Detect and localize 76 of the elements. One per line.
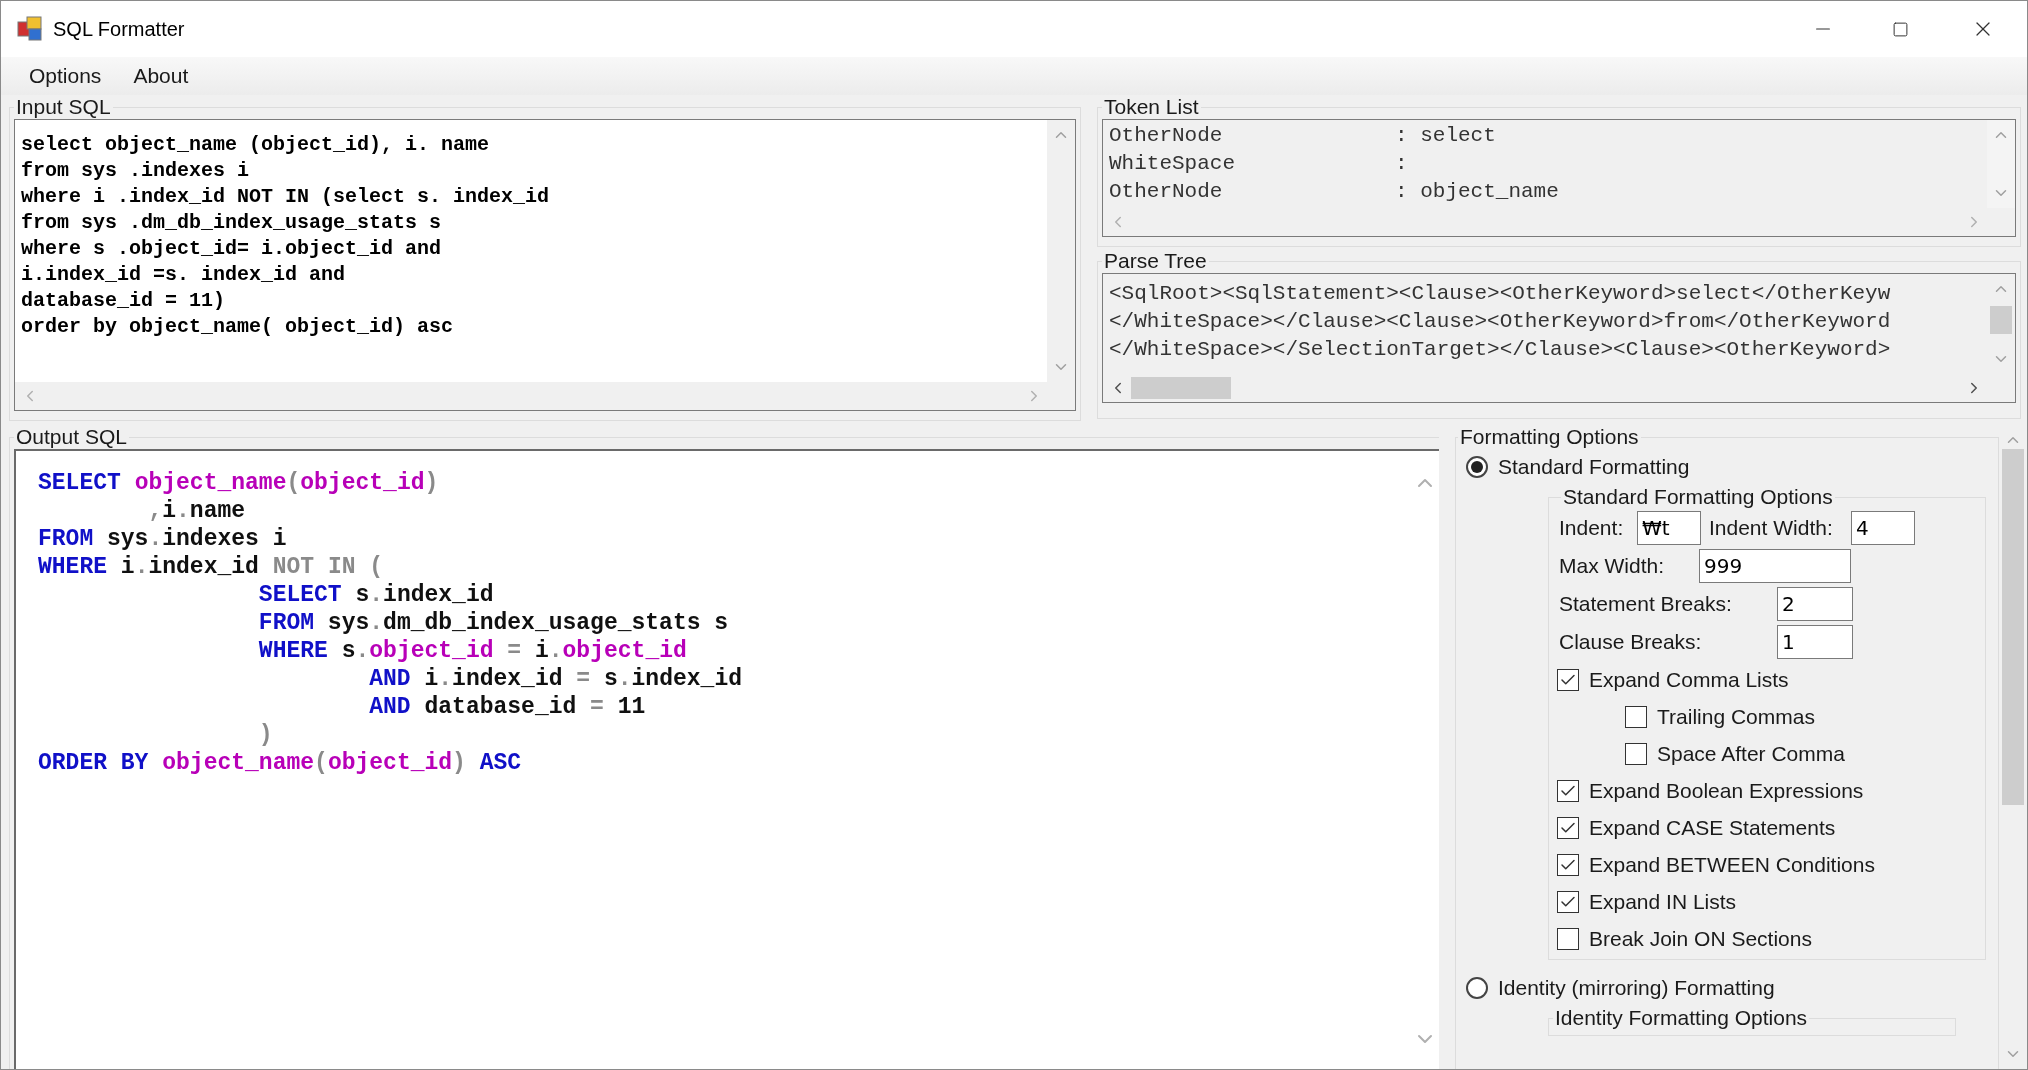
- field-label: Indent:: [1559, 515, 1625, 542]
- checkbox[interactable]: [1557, 927, 1579, 950]
- token-type: WhiteSpace: [1109, 151, 1237, 177]
- checkbox[interactable]: [1557, 853, 1579, 876]
- group-label: Parse Tree: [1103, 249, 1208, 273]
- radio-label: Identity (mirroring) Formatting: [1498, 975, 1775, 1002]
- parse-tree-view[interactable]: <SqlRoot><SqlStatement><Clause><OtherKeyword>select</OtherKeyw </WhiteSpace></Clause><Clause><OtherKeyword>from</OtherKeyword </WhiteSpace></SelectionTarget></Clause><Clause><OtherKeyword>: [1102, 273, 2016, 403]
- app-icon: [17, 16, 43, 42]
- code-line: WHERE i.index_id NOT IN (: [38, 553, 384, 581]
- checkbox[interactable]: [1625, 742, 1647, 765]
- code-line: WHERE s.object_id = i.object_id: [258, 637, 687, 665]
- checkbox[interactable]: [1557, 779, 1579, 802]
- code-line: AND database_id = 11: [369, 693, 646, 721]
- group-label: Standard Formatting Options: [1562, 485, 1834, 509]
- scrollbar-thumb[interactable]: [1990, 306, 2012, 334]
- group-label: Token List: [1103, 95, 1200, 119]
- input-field[interactable]: 1: [1777, 625, 1853, 659]
- parse-tree-line: </WhiteSpace></Clause><Clause><OtherKeyword>from</OtherKeyword: [1109, 309, 1892, 335]
- code-line: SELECT object_name(object_id): [38, 469, 439, 497]
- checkbox-label: Expand BETWEEN Conditions: [1589, 851, 1875, 878]
- menu-item[interactable]: Options: [15, 60, 116, 92]
- maximize-icon[interactable]: [1892, 20, 1909, 38]
- code-line: SELECT s.index_id: [258, 581, 494, 609]
- checkbox-label: Break Join ON Sections: [1589, 925, 1812, 952]
- input-field[interactable]: ₩t: [1637, 511, 1701, 545]
- input-field[interactable]: 4: [1851, 511, 1915, 545]
- vertical-scrollbar[interactable]: [1987, 120, 2015, 208]
- token-value: : object_name: [1395, 179, 1559, 205]
- token-type: OtherNode: [1109, 179, 1224, 205]
- radio-button[interactable]: [1466, 977, 1488, 999]
- code-line: ,i.name: [148, 497, 246, 525]
- checkbox-label: Expand IN Lists: [1589, 888, 1737, 915]
- code-line: i.index_id =s. index_id and: [21, 262, 347, 288]
- radio-button[interactable]: [1466, 456, 1488, 478]
- code-line: from sys .indexes i: [21, 158, 251, 184]
- field-label: Indent Width:: [1708, 515, 1834, 542]
- group-label: Identity Formatting Options: [1554, 1006, 1809, 1030]
- checkbox-label: Expand Boolean Expressions: [1589, 777, 1864, 804]
- field-label: Statement Breaks:: [1559, 591, 1733, 618]
- field-label: Max Width:: [1559, 553, 1666, 580]
- checkbox[interactable]: [1557, 890, 1579, 913]
- code-line: FROM sys.indexes i: [38, 525, 287, 553]
- input-field[interactable]: 2: [1777, 587, 1853, 621]
- checkbox[interactable]: [1625, 705, 1647, 728]
- code-line: order by object_name( object_id) asc: [21, 314, 455, 340]
- token-list[interactable]: OtherNode : select WhiteSpace : OtherNode : object_name: [1102, 119, 2016, 237]
- parse-tree-line: </WhiteSpace></SelectionTarget></Clause><Clause><OtherKeyword>: [1109, 337, 1892, 363]
- radio-label: Standard Formatting: [1498, 454, 1690, 481]
- group-label: Input SQL: [15, 95, 112, 119]
- checkbox-label: Expand CASE Statements: [1589, 814, 1836, 841]
- input-field[interactable]: 999: [1699, 549, 1851, 583]
- code-line: ): [258, 721, 273, 749]
- checkbox[interactable]: [1557, 816, 1579, 839]
- code-line: ORDER BY object_name(object_id) ASC: [38, 749, 522, 777]
- checkbox-label: Space After Comma: [1657, 740, 1845, 767]
- scrollbar-thumb[interactable]: [2002, 449, 2024, 805]
- token-value: : select: [1395, 123, 1496, 149]
- code-line: select object_name (object_id), i. name: [21, 132, 491, 158]
- code-line: database_id = 11): [21, 288, 227, 314]
- token-type: OtherNode: [1109, 123, 1224, 149]
- parse-tree-line: <SqlRoot><SqlStatement><Clause><OtherKeyword>select</OtherKeyw: [1109, 281, 1892, 307]
- group-label: Output SQL: [15, 425, 128, 449]
- checkbox[interactable]: [1557, 668, 1579, 691]
- field-label: Clause Breaks:: [1559, 629, 1703, 656]
- code-line: where i .index_id NOT IN (select s. index_id: [21, 184, 551, 210]
- menu-item[interactable]: About: [119, 60, 203, 92]
- token-value: :: [1395, 151, 1408, 177]
- checkbox-label: Expand Comma Lists: [1589, 666, 1789, 693]
- code-line: AND i.index_id = s.index_id: [369, 665, 742, 693]
- scrollbar-thumb[interactable]: [1131, 377, 1231, 399]
- code-line: FROM sys.dm_db_index_usage_stats s: [258, 609, 729, 637]
- group-label: Formatting Options: [1459, 425, 1640, 449]
- code-line: where s .object_id= i.object_id and: [21, 236, 443, 262]
- window-title: SQL Formatter: [53, 17, 185, 42]
- code-line: from sys .dm_db_index_usage_stats s: [21, 210, 443, 236]
- checkbox-label: Trailing Commas: [1657, 703, 1815, 730]
